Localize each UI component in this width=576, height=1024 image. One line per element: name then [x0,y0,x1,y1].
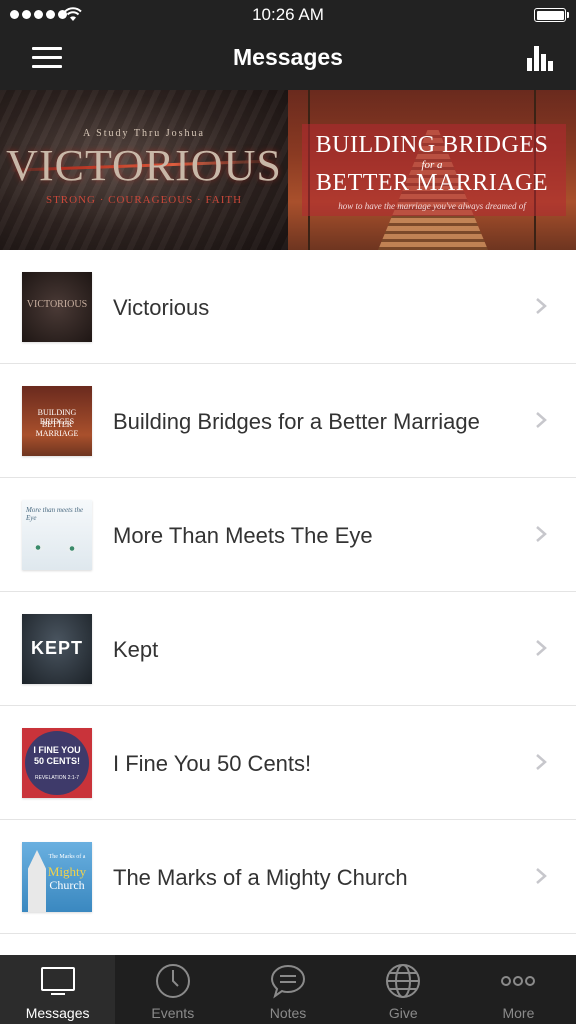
chevron-right-icon [536,640,547,656]
banner-tagline: STRONG · COURAGEOUS · FAITH [45,194,243,206]
series-thumbnail: I FINE YOU 50 CENTS! REVELATION 2:1-7 [22,728,92,798]
list-item[interactable]: KEPT Kept [0,592,576,706]
clock-icon [155,964,190,998]
list-item[interactable]: The Marks of a Mighty Church The Marks o… [0,820,576,934]
series-thumbnail: The Marks of a Mighty Church [22,842,92,912]
series-thumbnail: KEPT [22,614,92,684]
globe-icon [386,964,421,998]
nav-bar: Messages [0,30,576,90]
thumbnail-text: BETTER MARRIAGE [35,420,79,438]
featured-banner: A Study Thru Joshua VICTORIOUS STRONG · … [0,90,576,250]
chevron-right-icon [536,754,547,770]
banner-tagline: how to have the marriage you've always d… [338,201,526,211]
tab-label: Events [151,1005,195,1021]
tab-more[interactable]: More [461,955,576,1024]
chevron-right-icon [536,298,547,314]
tab-label: More [502,1005,535,1021]
more-dots-icon [501,976,536,986]
series-list: VICTORIOUS Victorious BUILDING BRIDGES B… [0,250,576,955]
chevron-right-icon [536,412,547,428]
status-time: 10:26 AM [252,5,324,24]
series-thumbnail: More than meets the Eye [22,500,92,570]
thumbnail-text: The Marks of a [48,854,86,860]
series-thumbnail: VICTORIOUS [22,272,92,342]
list-item[interactable] [0,934,576,955]
chevron-right-icon [536,868,547,884]
banner-title-line1: BUILDING BRIDGES [315,132,549,158]
series-thumbnail: BUILDING BRIDGES BETTER MARRIAGE [22,386,92,456]
thumbnail-text: I FINE YOU [33,745,81,755]
tab-messages[interactable]: Messages [0,955,116,1024]
banner-title-line2: BETTER MARRIAGE [315,170,549,196]
banner-victorious[interactable]: A Study Thru Joshua VICTORIOUS STRONG · … [0,90,288,250]
chevron-right-icon [536,526,547,542]
list-item[interactable]: BUILDING BRIDGES BETTER MARRIAGE Buildin… [0,364,576,478]
thumbnail-text: Church [49,878,85,892]
banner-eyebrow: A Study Thru Joshua [83,128,205,139]
series-title: Kept [113,637,159,662]
series-title: The Marks of a Mighty Church [113,865,408,890]
list-item[interactable]: VICTORIOUS Victorious [0,250,576,364]
tab-label: Notes [269,1005,307,1021]
series-title: More Than Meets The Eye [113,523,373,548]
bar-chart-icon[interactable] [526,44,554,72]
series-title: Victorious [113,295,210,320]
banner-title: VICTORIOUS [6,141,282,190]
thumbnail-text: VICTORIOUS [26,299,88,310]
tab-label: Messages [25,1005,90,1021]
eye-graphic [32,544,44,551]
banner-building-bridges[interactable]: BUILDING BRIDGES for a BETTER MARRIAGE h… [288,90,576,250]
eye-graphic [66,545,78,552]
battery-icon [534,8,569,22]
thumbnail-text: More than meets the Eye [26,506,84,522]
thumbnail-text: REVELATION 2:1-7 [34,775,80,781]
tab-label: Give [388,1005,418,1021]
list-item[interactable]: More than meets the Eye More Than Meets … [0,478,576,592]
status-bar: 10:26 AM [0,0,576,30]
top-bar: 10:26 AM Messages [0,0,576,90]
series-title: Building Bridges for a Better Marriage [113,409,480,434]
tab-give[interactable]: Give [346,955,461,1024]
thumbnail-text: 50 CENTS! [33,756,80,766]
tab-events[interactable]: Events [115,955,230,1024]
chat-bubble-icon [270,964,306,999]
tab-bar: Messages Events Notes Give More [0,955,576,1024]
tab-notes[interactable]: Notes [230,955,345,1024]
page-title: Messages [233,44,343,70]
list-item[interactable]: I FINE YOU 50 CENTS! REVELATION 2:1-7 I … [0,706,576,820]
series-title: I Fine You 50 Cents! [113,751,312,776]
tv-icon [40,967,75,995]
thumbnail-text: KEPT [30,638,83,658]
